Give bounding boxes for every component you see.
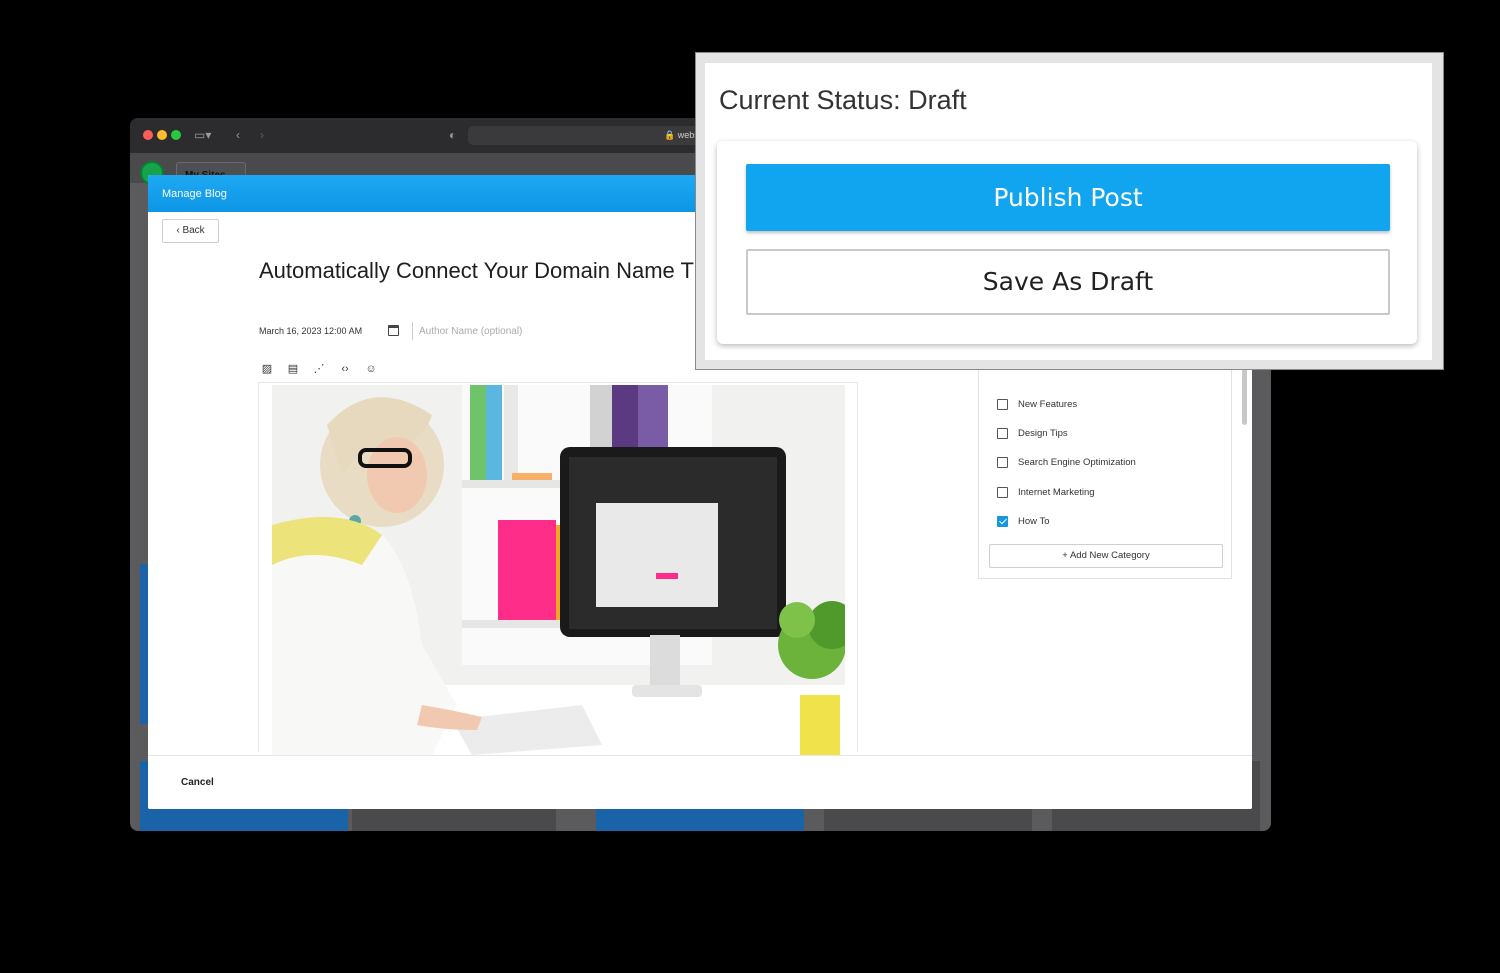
minimize-window-button[interactable] (157, 130, 167, 140)
back-label: Back (182, 225, 205, 236)
emoji-icon[interactable]: ☺ (363, 361, 379, 377)
divider (857, 382, 858, 752)
layout-icon[interactable]: ⋰ (311, 361, 327, 377)
woman-at-computer-illustration (272, 385, 845, 755)
categories-panel: New Features Design Tips Search Engine O… (978, 365, 1232, 579)
back-arrow-icon[interactable]: ‹ (236, 127, 240, 143)
category-label: Design Tips (1018, 427, 1068, 439)
author-name-input[interactable] (412, 322, 672, 340)
category-label: Internet Marketing (1018, 486, 1095, 498)
video-icon[interactable]: ▤ (285, 361, 301, 377)
category-label: How To (1018, 515, 1050, 527)
category-checkbox[interactable] (997, 486, 1008, 498)
publish-post-button[interactable]: Publish Post (746, 164, 1390, 231)
maximize-window-button[interactable] (171, 130, 181, 140)
editor-toolbar: ▨ ▤ ⋰ ‹› ☺ (259, 360, 379, 378)
category-label: New Features (1018, 398, 1078, 410)
category-checkbox[interactable] (997, 427, 1008, 439)
image-icon[interactable]: ▨ (259, 361, 275, 377)
category-checkbox[interactable] (997, 398, 1008, 410)
post-featured-image[interactable] (272, 385, 845, 755)
forward-arrow-icon[interactable]: › (260, 127, 264, 143)
back-button[interactable]: ‹ Back (162, 219, 219, 243)
category-item[interactable]: How To (997, 514, 1050, 528)
cancel-button[interactable]: Cancel (181, 777, 214, 788)
post-date[interactable]: March 16, 2023 12:00 AM (259, 326, 362, 336)
save-as-draft-button[interactable]: Save As Draft (746, 249, 1390, 315)
publish-card: Publish Post Save As Draft (717, 141, 1417, 344)
category-label: Search Engine Optimization (1018, 456, 1136, 468)
category-item[interactable]: New Features (997, 397, 1077, 411)
category-item[interactable]: Design Tips (997, 426, 1068, 440)
shield-icon[interactable]: ◐ (449, 127, 456, 143)
category-item[interactable]: Internet Marketing (997, 485, 1095, 499)
scrollbar[interactable] (1242, 365, 1247, 425)
category-checkbox[interactable] (997, 456, 1008, 468)
status-popup: Current Status: Draft Publish Post Save … (695, 52, 1444, 370)
close-window-button[interactable] (143, 130, 153, 140)
category-checkbox[interactable] (997, 515, 1008, 527)
calendar-icon[interactable] (388, 325, 399, 336)
add-category-button[interactable]: + Add New Category (989, 544, 1223, 568)
status-title: Current Status: Draft (719, 85, 967, 115)
code-icon[interactable]: ‹› (337, 361, 353, 377)
category-item[interactable]: Search Engine Optimization (997, 455, 1136, 469)
status-panel: Current Status: Draft Publish Post Save … (705, 63, 1432, 360)
sidebar-toggle-icon[interactable]: ▭▾ (194, 127, 211, 143)
modal-footer: Cancel (148, 755, 1252, 809)
